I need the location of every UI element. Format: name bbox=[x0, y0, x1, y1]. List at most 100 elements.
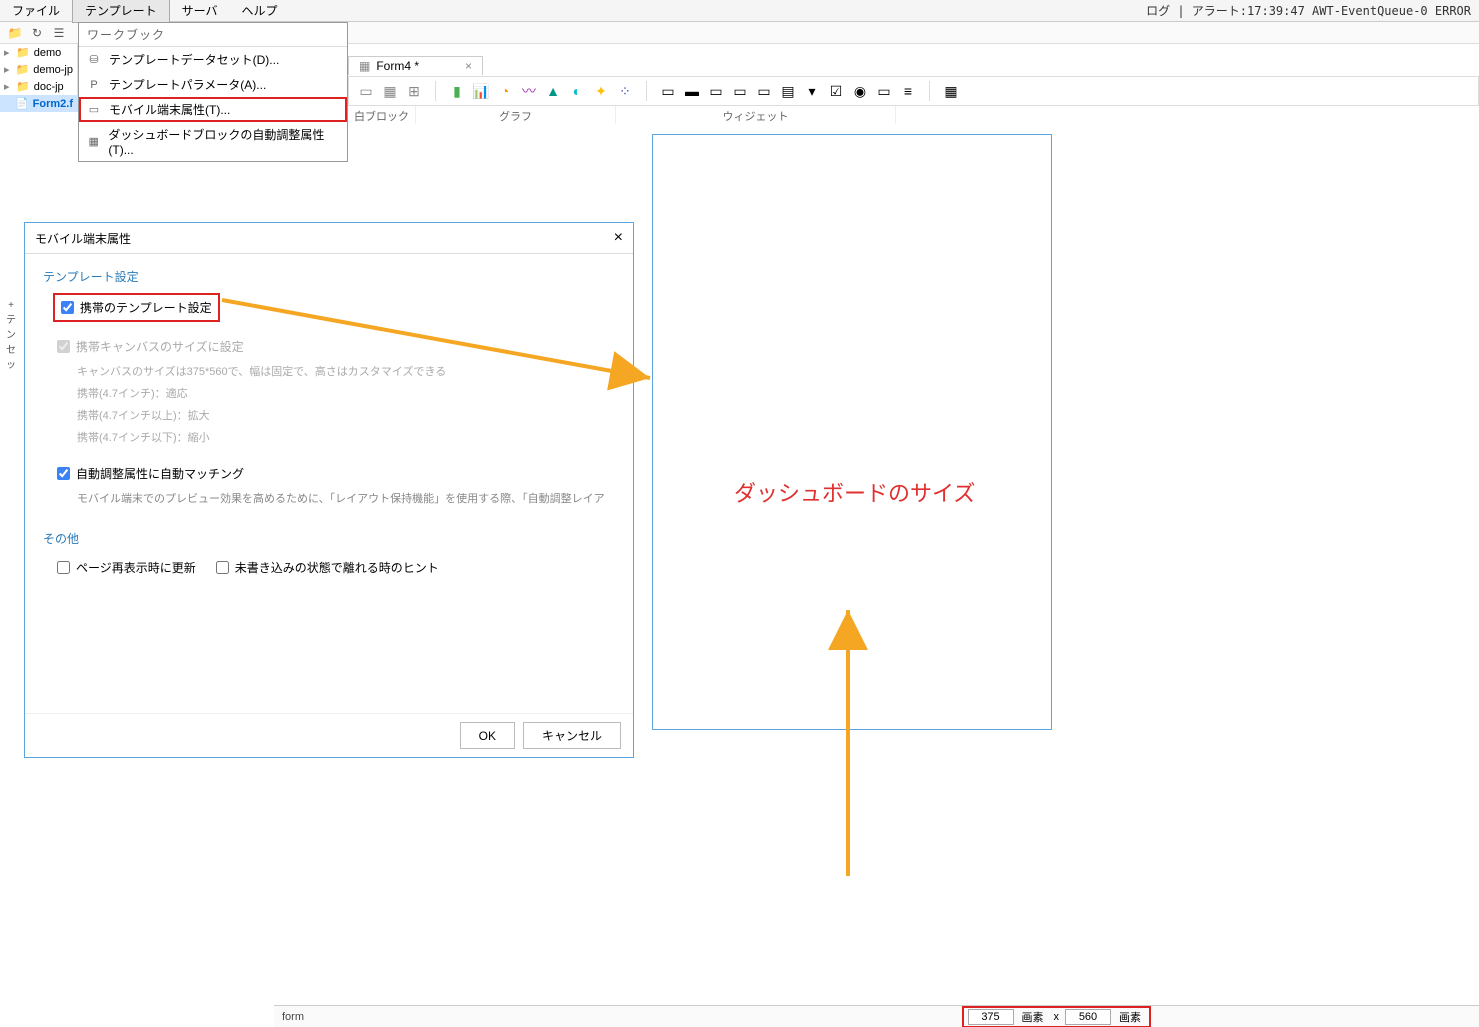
file-tree: ▸ 📁 demo ▸ 📁 demo-jp ▸ 📁 doc-jp 📄 Form2.… bbox=[0, 44, 78, 112]
chk-label: ページ再表示時に更新 bbox=[76, 559, 196, 576]
tree-item-demo-jp[interactable]: ▸ 📁 demo-jp bbox=[0, 61, 77, 78]
unit-label: 画素 bbox=[1018, 1009, 1048, 1025]
dialog-titlebar: モバイル端末属性 × bbox=[25, 223, 633, 254]
auto-match-desc: モバイル端末でのプレビュー効果を高めるために、「レイアウト保持機能」を使用する際… bbox=[77, 490, 615, 506]
widget-combo-icon[interactable]: ▾ bbox=[803, 82, 821, 100]
dd-label: テンプレートパラメータ(A)... bbox=[109, 76, 266, 93]
ok-button[interactable]: OK bbox=[460, 722, 515, 749]
chk-mobile-template-row[interactable]: 携帯のテンプレート設定 bbox=[57, 297, 216, 318]
chart-pie-icon[interactable]: ◔ bbox=[496, 82, 514, 100]
menu-file[interactable]: ファイル bbox=[0, 0, 72, 22]
group-label-block: 白ブロック bbox=[348, 106, 416, 124]
chart-line-icon[interactable]: 〰 bbox=[520, 82, 538, 100]
status-text: ログ | アラート:17:39:47 AWT-EventQueue-0 ERRO… bbox=[1146, 2, 1479, 19]
chart-column-icon[interactable]: 📊 bbox=[472, 82, 490, 100]
widget-text-icon[interactable]: ▭ bbox=[659, 82, 677, 100]
block-icon[interactable]: ▭ bbox=[357, 82, 375, 100]
separator bbox=[929, 81, 930, 101]
tree-item-form2[interactable]: 📄 Form2.f bbox=[0, 95, 77, 112]
tab-bar: ▦ Form4 * × bbox=[348, 55, 483, 75]
chk-unsaved[interactable] bbox=[216, 561, 229, 574]
tree-label: demo-jp bbox=[33, 64, 73, 76]
open-icon[interactable]: 📁 bbox=[6, 25, 24, 41]
menu-help[interactable]: ヘルプ bbox=[230, 0, 290, 22]
layout-icon[interactable]: ⊞ bbox=[405, 82, 423, 100]
dd-item-auto-adjust[interactable]: ▦ ダッシュボードブロックの自動調整属性(T)... bbox=[79, 122, 347, 161]
size-47: 携帯(4.7インチ)：適応 bbox=[77, 385, 615, 401]
separator bbox=[435, 81, 436, 101]
chk-label: 携帯のテンプレート設定 bbox=[80, 299, 212, 316]
param-icon: P bbox=[87, 78, 101, 92]
close-icon[interactable]: × bbox=[614, 229, 623, 247]
chk-canvas-size-row[interactable]: 携帯キャンバスのサイズに設定 bbox=[57, 338, 615, 355]
chevron-right-icon: ▸ bbox=[4, 80, 12, 93]
strip-text: テン bbox=[2, 311, 20, 341]
list-icon[interactable]: ☰ bbox=[50, 25, 68, 41]
dialog-footer: OK キャンセル bbox=[25, 713, 633, 757]
separator bbox=[646, 81, 647, 101]
refresh-icon[interactable]: ↻ bbox=[28, 25, 46, 41]
chk-unsaved-row[interactable]: 未書き込みの状態で離れる時のヒント bbox=[216, 559, 439, 576]
height-input[interactable] bbox=[1065, 1009, 1111, 1025]
chart-bar-icon[interactable]: ▮ bbox=[448, 82, 466, 100]
chk-auto-match-row[interactable]: 自動調整属性に自動マッチング bbox=[57, 465, 615, 482]
chart-radar-icon[interactable]: ✦ bbox=[592, 82, 610, 100]
other-row: ページ再表示時に更新 未書き込みの状態で離れる時のヒント bbox=[57, 559, 615, 576]
plus-icon[interactable]: + bbox=[2, 300, 20, 311]
adjust-icon: ▦ bbox=[87, 135, 100, 149]
dd-item-dataset[interactable]: ⛁ テンプレートデータセット(D)... bbox=[79, 47, 347, 72]
chk-canvas-size[interactable] bbox=[57, 340, 70, 353]
blank-icon bbox=[4, 98, 11, 110]
widget-date-icon[interactable]: ▭ bbox=[875, 82, 893, 100]
menu-template[interactable]: テンプレート bbox=[72, 0, 170, 23]
dialog-title-text: モバイル端末属性 bbox=[35, 230, 131, 247]
chart-scatter-icon[interactable]: ⁘ bbox=[616, 82, 634, 100]
tab-label: Form4 * bbox=[376, 59, 419, 73]
chevron-right-icon: ▸ bbox=[4, 63, 12, 76]
chk-refresh-row[interactable]: ページ再表示時に更新 bbox=[57, 559, 196, 576]
folder-icon: 📁 bbox=[16, 80, 30, 93]
chk-label: 自動調整属性に自動マッチング bbox=[76, 465, 244, 482]
group-label-widget: ウィジェット bbox=[616, 106, 896, 124]
widget-button-icon[interactable]: ▭ bbox=[707, 82, 725, 100]
dd-item-mobile[interactable]: ▭ モバイル端末属性(T)... bbox=[79, 97, 347, 122]
tree-item-demo[interactable]: ▸ 📁 demo bbox=[0, 44, 77, 61]
dd-label: モバイル端末属性(T)... bbox=[109, 101, 230, 118]
cancel-button[interactable]: キャンセル bbox=[523, 722, 621, 749]
tree-item-doc-jp[interactable]: ▸ 📁 doc-jp bbox=[0, 78, 77, 95]
database-icon: ⛁ bbox=[87, 53, 101, 67]
widget-list-icon[interactable]: ≡ bbox=[899, 82, 917, 100]
widget-toolbar: ▭ ▦ ⊞ ▮ 📊 ◔ 〰 ▲ ◐ ✦ ⁘ ▭ ▬ ▭ ▭ ▭ ▤ ▾ ☑ ◉ … bbox=[348, 76, 1479, 106]
widget-radio-icon[interactable]: ◉ bbox=[851, 82, 869, 100]
dd-item-param[interactable]: P テンプレートパラメータ(A)... bbox=[79, 72, 347, 97]
chart-gauge-icon[interactable]: ◐ bbox=[568, 82, 586, 100]
dashboard-frame[interactable] bbox=[652, 134, 1052, 730]
close-icon[interactable]: × bbox=[465, 59, 472, 73]
chk-mobile-template[interactable] bbox=[61, 301, 74, 314]
template-dropdown: ワークブック ⛁ テンプレートデータセット(D)... P テンプレートパラメー… bbox=[78, 22, 348, 162]
chevron-right-icon: ▸ bbox=[4, 46, 12, 59]
widget-label-icon[interactable]: ▬ bbox=[683, 82, 701, 100]
strip-text: セッ bbox=[2, 341, 20, 371]
size-47-down: 携帯(4.7インチ以下)：縮小 bbox=[77, 429, 615, 445]
widget-labels: 白ブロック グラフ ウィジェット bbox=[348, 106, 1479, 124]
widget-number-icon[interactable]: ▭ bbox=[731, 82, 749, 100]
chk-auto-match[interactable] bbox=[57, 467, 70, 480]
chk-refresh[interactable] bbox=[57, 561, 70, 574]
dropdown-section-title: ワークブック bbox=[79, 23, 347, 47]
status-bar: form 画素 x 画素 bbox=[274, 1005, 1479, 1027]
widget-textarea-icon[interactable]: ▤ bbox=[779, 82, 797, 100]
grid-icon[interactable]: ▦ bbox=[381, 82, 399, 100]
width-input[interactable] bbox=[968, 1009, 1014, 1025]
widget-check-icon[interactable]: ☑ bbox=[827, 82, 845, 100]
chart-area-icon[interactable]: ▲ bbox=[544, 82, 562, 100]
widget-password-icon[interactable]: ▭ bbox=[755, 82, 773, 100]
tree-label: doc-jp bbox=[34, 81, 64, 93]
menu-server[interactable]: サーバ bbox=[170, 0, 230, 22]
canvas-desc: キャンバスのサイズは375*560で、幅は固定で、高さはカスタマイズできる bbox=[77, 363, 615, 379]
tab-form4[interactable]: ▦ Form4 * × bbox=[348, 56, 483, 75]
widget-tree-icon[interactable]: ▦ bbox=[942, 82, 960, 100]
dd-label: ダッシュボードブロックの自動調整属性(T)... bbox=[108, 126, 339, 157]
unit-label: 画素 bbox=[1115, 1009, 1145, 1025]
chk-label: 未書き込みの状態で離れる時のヒント bbox=[235, 559, 439, 576]
